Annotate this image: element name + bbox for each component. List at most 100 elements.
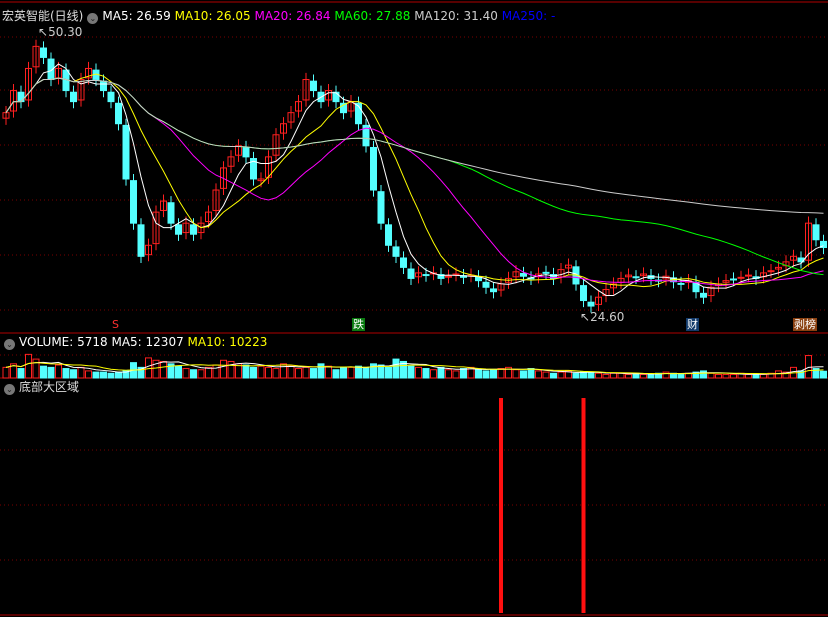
- volume-bar: [145, 357, 152, 379]
- candle-body: [100, 80, 107, 92]
- high-price-label: ↖50.30: [38, 25, 83, 39]
- indicator-title: 底部大区域: [19, 380, 80, 394]
- volume-bar: [392, 358, 400, 379]
- volume-bar: [625, 373, 632, 379]
- volume-bar: [760, 373, 767, 379]
- candle-body: [385, 224, 392, 246]
- chevron-down-icon[interactable]: ⌄: [87, 13, 99, 24]
- indicator-pane-legend: ⌄ 底部大区域: [0, 380, 79, 395]
- volume-bar: [775, 370, 782, 379]
- volume-bar: [332, 369, 340, 379]
- volume-bar: [385, 366, 392, 379]
- volume-bar: [205, 366, 212, 379]
- volume-bar: [17, 368, 25, 379]
- stock-title: 宏英智能(日线): [2, 9, 84, 23]
- candle-body: [490, 288, 497, 293]
- candle-body: [745, 274, 752, 277]
- volume-bar: [62, 368, 70, 379]
- drop-event-marker[interactable]: 跌: [352, 318, 365, 331]
- volume-bar: [452, 370, 460, 379]
- volume-bar: [175, 365, 182, 379]
- volume-bar: [677, 373, 685, 379]
- candle-body: [175, 224, 182, 235]
- volume-bar: [437, 366, 445, 379]
- billboard-event-marker[interactable]: 剥榜: [793, 318, 817, 331]
- ma-legend-item: MA5: 26.59: [102, 9, 175, 23]
- volume-bar: [85, 370, 92, 379]
- candle-body: [632, 276, 640, 279]
- volume-bar: [445, 369, 452, 379]
- candle-body: [587, 301, 595, 307]
- candle-body: [767, 270, 775, 273]
- volume-value: VOLUME: 5718: [19, 335, 108, 349]
- main-pane-legend: 宏英智能(日线) ⌄ MA5: 26.59 MA10: 26.05 MA20: 26…: [2, 9, 555, 24]
- sell-signal-marker[interactable]: S: [111, 318, 120, 331]
- finance-event-marker[interactable]: 财: [686, 318, 699, 331]
- ma-legend-item: MA120: 31.40: [414, 9, 502, 23]
- chevron-down-icon[interactable]: ⌄: [4, 384, 15, 395]
- candle-body: [812, 224, 820, 241]
- volume-bar: [745, 373, 752, 379]
- volume-bar: [100, 371, 107, 379]
- volume-ma5: MA5: 12307: [111, 335, 184, 349]
- volume-bar: [272, 368, 280, 379]
- volume-bar: [40, 365, 47, 379]
- ma20-line: [5, 77, 824, 286]
- volume-bar: [242, 364, 250, 379]
- volume-bar: [107, 372, 115, 379]
- volume-bar: [407, 365, 415, 379]
- chevron-down-icon[interactable]: ⌄: [4, 339, 15, 350]
- candle-body: [370, 146, 377, 191]
- volume-bar: [362, 366, 370, 379]
- volume-bar: [415, 366, 422, 379]
- volume-bar: [340, 366, 347, 379]
- volume-bar: [347, 366, 355, 379]
- volume-bar: [572, 372, 580, 379]
- volume-bar: [220, 359, 227, 379]
- ma-legend-item: MA60: 27.88: [334, 9, 415, 23]
- volume-bar: [580, 371, 587, 379]
- low-price-label: ↖24.60: [580, 310, 625, 324]
- candle-body: [700, 292, 707, 298]
- volume-bar: [160, 360, 167, 379]
- stock-chart[interactable]: [0, 0, 828, 617]
- volume-ma10: MA10: 10223: [187, 335, 268, 349]
- candle-body: [70, 91, 77, 103]
- volume-bar: [302, 366, 310, 379]
- candle-body: [190, 224, 197, 235]
- volume-bar: [460, 368, 467, 379]
- volume-bar: [317, 363, 325, 379]
- volume-bar: [512, 369, 520, 379]
- volume-bar: [77, 366, 85, 379]
- volume-bar: [280, 363, 287, 379]
- volume-bar: [2, 366, 10, 379]
- candle-body: [40, 47, 47, 58]
- volume-bar: [295, 368, 302, 379]
- volume-bar: [212, 364, 220, 379]
- volume-bar: [70, 369, 77, 379]
- volume-bar: [707, 372, 715, 379]
- volume-bar: [92, 371, 100, 379]
- volume-bar: [482, 370, 490, 379]
- volume-bar: [587, 371, 595, 379]
- volume-bar: [32, 358, 40, 379]
- volume-bar: [640, 373, 647, 379]
- volume-bar: [722, 373, 730, 379]
- ma-legend-item: MA20: 26.84: [254, 9, 335, 23]
- volume-bar: [250, 366, 257, 379]
- candle-body: [400, 257, 407, 268]
- volume-bar: [490, 369, 497, 379]
- volume-bar: [542, 371, 550, 379]
- candle-body: [115, 102, 122, 125]
- candle-body: [107, 91, 115, 103]
- candle-body: [310, 80, 317, 92]
- volume-bar: [527, 368, 535, 379]
- candle-body: [392, 246, 400, 257]
- volume-bar: [182, 368, 190, 379]
- volume-bar: [287, 365, 295, 379]
- candle-body: [167, 202, 175, 224]
- candle-body: [580, 285, 587, 302]
- volume-bar: [557, 371, 565, 379]
- volume-bar: [617, 372, 625, 379]
- volume-bar: [197, 369, 205, 379]
